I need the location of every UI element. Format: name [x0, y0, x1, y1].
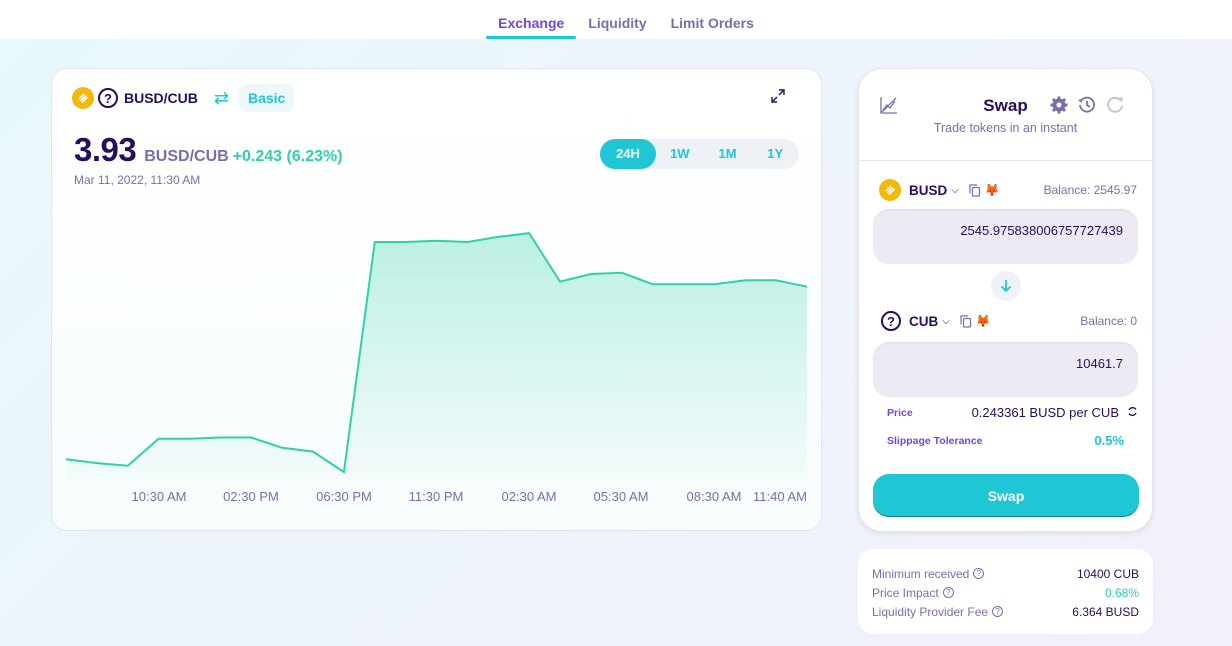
- trade-details-card: Minimum received ? 10400 CUB Price Impac…: [858, 549, 1153, 634]
- price-row: Price 0.243361 BUSD per CUB: [887, 405, 1138, 420]
- x-tick-label: 10:30 AM: [132, 489, 187, 504]
- from-amount-input[interactable]: 2545.975838006757727439: [873, 209, 1138, 264]
- top-navigation: Exchange Liquidity Limit Orders: [0, 0, 1232, 39]
- swap-card: Swap Trade tokens in an instant BUSD ⌵ 🦊…: [858, 68, 1153, 532]
- metamask-fox-icon[interactable]: 🦊: [976, 314, 991, 328]
- copy-icon[interactable]: [969, 183, 981, 197]
- from-token-select[interactable]: BUSD: [909, 183, 947, 198]
- price-value: 0.243361 BUSD per CUB: [971, 405, 1119, 420]
- lp-fee-value: 6.364 BUSD: [1072, 604, 1139, 619]
- swap-header: Swap Trade tokens in an instant: [859, 69, 1152, 161]
- from-token-row: BUSD ⌵ 🦊 Balance: 2545.97: [879, 179, 1137, 201]
- minimum-received-value: 10400 CUB: [1076, 566, 1139, 581]
- swap-button[interactable]: Swap: [873, 474, 1139, 517]
- price-chart-card: ? BUSD/CUB ⇄ Basic 3.93 BUSD/CUB +0.243 …: [51, 68, 822, 531]
- x-tick-label: 06:30 PM: [316, 489, 372, 504]
- swap-subtitle: Trade tokens in an instant: [933, 121, 1078, 135]
- settings-gear-icon[interactable]: [1049, 95, 1069, 115]
- busd-token-icon: [879, 179, 901, 201]
- exchange-tabs: Exchange Liquidity Limit Orders: [486, 0, 766, 39]
- x-tick-label: 08:30 AM: [687, 489, 742, 504]
- x-tick-label: 11:40 AM: [753, 489, 807, 504]
- to-token-select[interactable]: CUB: [909, 314, 938, 329]
- to-token-row: ? CUB ⌵ 🦊 Balance: 0: [879, 310, 1137, 332]
- help-icon[interactable]: ?: [973, 568, 985, 579]
- price-impact-label: Price Impact: [872, 585, 939, 600]
- tab-limit-orders[interactable]: Limit Orders: [659, 0, 766, 39]
- slippage-value: 0.5%: [1094, 433, 1124, 448]
- price-impact-value: 0.68%: [1104, 585, 1139, 600]
- x-tick-label: 05:30 AM: [594, 489, 649, 504]
- minimum-received-row: Minimum received ? 10400 CUB: [872, 564, 1139, 583]
- price-impact-row: Price Impact ? 0.68%: [872, 583, 1139, 602]
- arrow-down-icon: [1000, 280, 1012, 293]
- chevron-down-icon[interactable]: ⌵: [951, 185, 959, 196]
- to-amount-input[interactable]: 10461.7: [873, 342, 1138, 397]
- price-area-chart: 10:30 AM 02:30 PM 06:30 PM 11:30 PM 02:30 AM…: [65, 232, 808, 504]
- help-icon[interactable]: ?: [992, 606, 1004, 617]
- from-balance: Balance: 2545.97: [1043, 183, 1137, 197]
- tab-liquidity[interactable]: Liquidity: [576, 0, 658, 39]
- chevron-down-icon[interactable]: ⌵: [942, 316, 950, 327]
- slippage-label: Slippage Tolerance: [887, 434, 983, 447]
- chart-area-fill: [66, 233, 807, 481]
- x-tick-label: 02:30 AM: [502, 489, 557, 504]
- lp-fee-label: Liquidity Provider Fee: [872, 604, 989, 619]
- metamask-fox-icon[interactable]: 🦊: [985, 183, 1000, 197]
- to-balance: Balance: 0: [1080, 314, 1137, 328]
- history-icon[interactable]: [1077, 95, 1097, 115]
- price-label: Price: [887, 406, 913, 419]
- lp-fee-row: Liquidity Provider Fee ? 6.364 BUSD: [872, 602, 1139, 621]
- help-icon[interactable]: ?: [942, 587, 954, 598]
- minimum-received-label: Minimum received: [872, 566, 970, 581]
- switch-direction-button[interactable]: [991, 271, 1021, 301]
- cub-token-icon: ?: [881, 311, 901, 331]
- invert-price-icon[interactable]: [1127, 406, 1138, 420]
- tab-exchange[interactable]: Exchange: [486, 0, 577, 39]
- slippage-row: Slippage Tolerance 0.5%: [887, 433, 1138, 448]
- x-tick-label: 11:30 PM: [409, 489, 464, 504]
- copy-icon[interactable]: [960, 314, 972, 328]
- x-tick-label: 02:30 PM: [223, 489, 279, 504]
- refresh-icon[interactable]: [1105, 95, 1125, 115]
